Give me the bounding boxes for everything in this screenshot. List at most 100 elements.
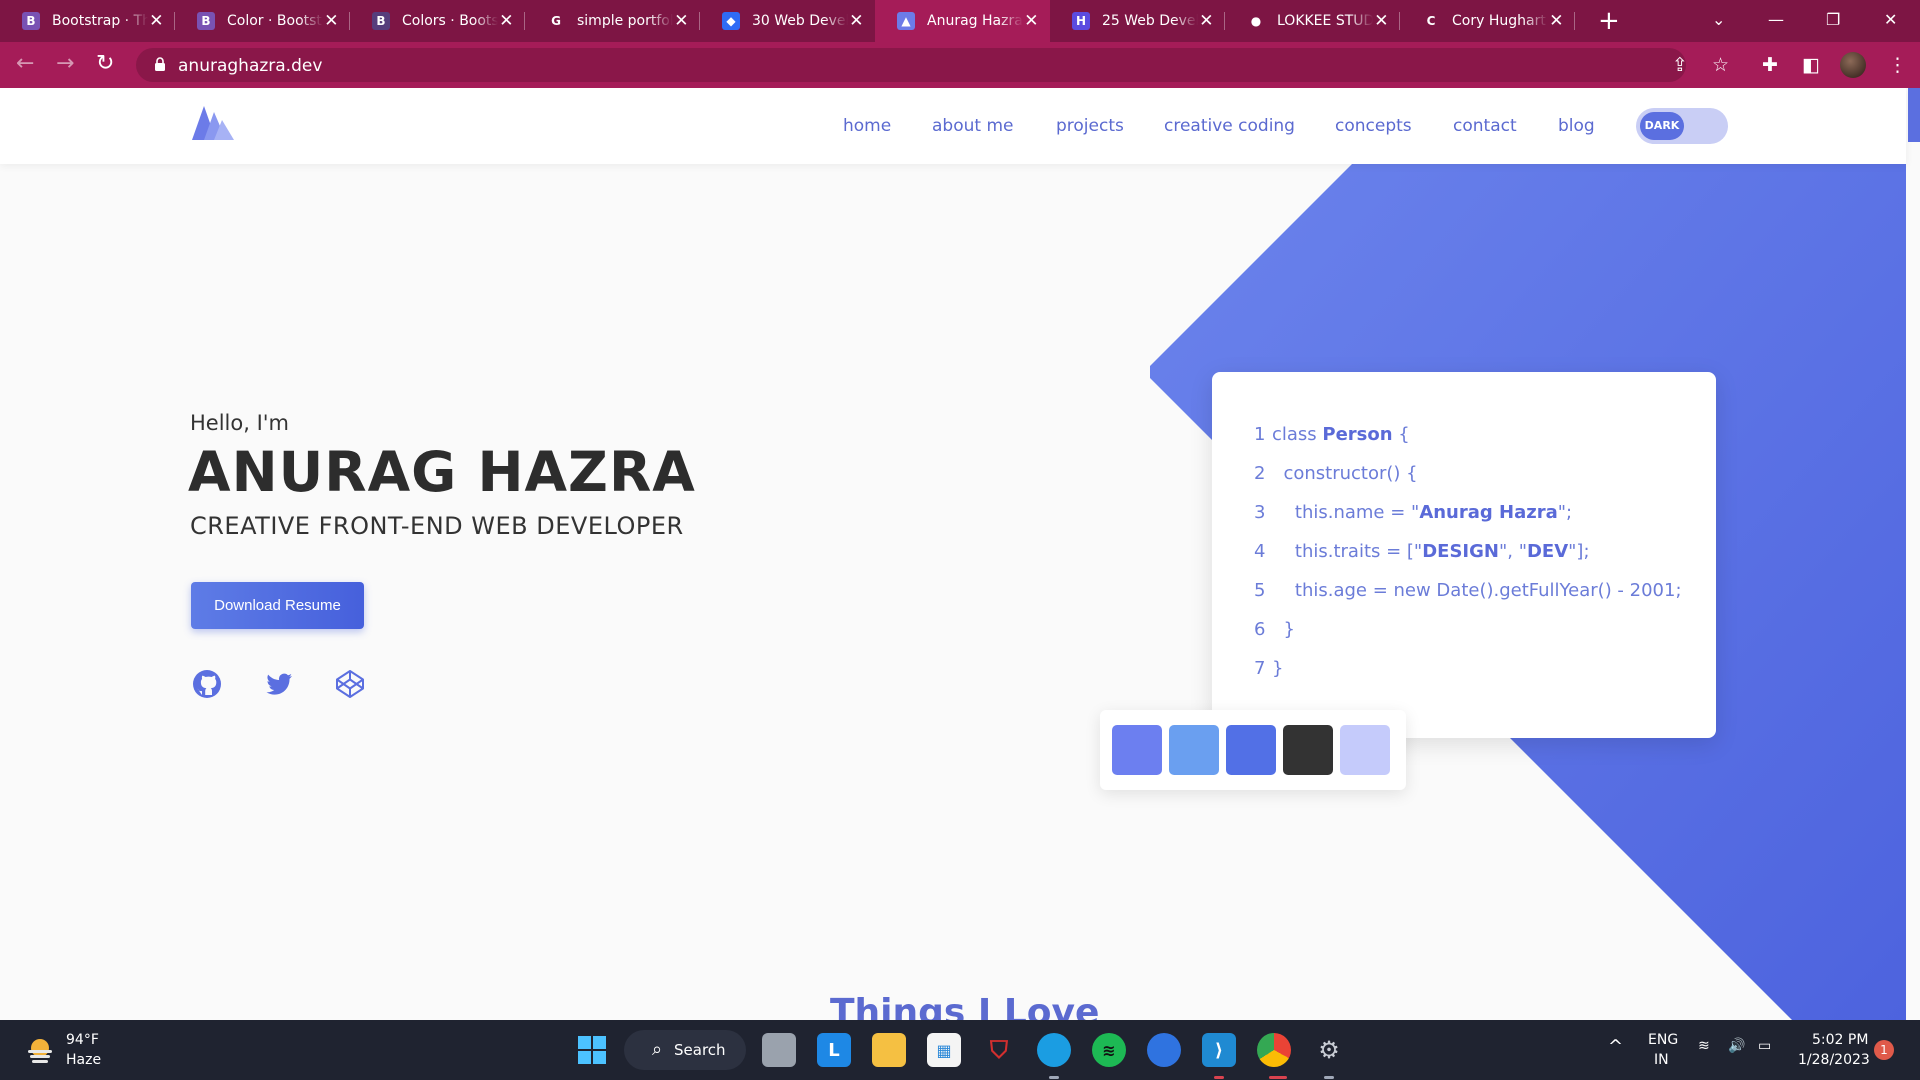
nav-about-me[interactable]: about me <box>932 116 1013 136</box>
browser-tab[interactable]: H 25 Web Develo ✕ <box>1050 0 1225 42</box>
firefox-icon[interactable] <box>1147 1033 1181 1067</box>
url-text: anuraghazra.dev <box>178 56 323 76</box>
browser-tab[interactable]: B Bootstrap · Th ✕ <box>0 0 175 42</box>
hero-greeting: Hello, I'm <box>190 411 290 435</box>
file-explorer-icon[interactable] <box>872 1033 906 1067</box>
close-tab-icon[interactable]: ✕ <box>498 11 515 31</box>
browser-tab[interactable]: B Colors · Bootst ✕ <box>350 0 525 42</box>
dark-mode-label: DARK <box>1640 112 1684 140</box>
color-swatch[interactable] <box>1226 725 1276 775</box>
forward-button[interactable]: → <box>56 50 74 78</box>
lock-icon <box>155 57 165 71</box>
reload-button[interactable]: ↻ <box>96 50 114 78</box>
battery-icon[interactable]: ▭ <box>1758 1038 1771 1054</box>
browser-tab-title: simple portfoli <box>577 13 673 29</box>
browser-tab[interactable]: Gsimple portfoli ✕ <box>525 0 700 42</box>
dark-mode-toggle[interactable]: DARK <box>1636 108 1728 144</box>
minimize-button[interactable]: — <box>1768 6 1784 34</box>
twitter-icon[interactable] <box>263 668 295 700</box>
code-line-number: 2 <box>1254 463 1266 484</box>
haze-weather-icon[interactable] <box>24 1034 56 1066</box>
vscode-icon[interactable]: ⟩ <box>1202 1033 1236 1067</box>
site-logo[interactable] <box>192 104 236 142</box>
chrome-icon[interactable] <box>1257 1033 1291 1067</box>
code-text: } <box>1272 619 1295 640</box>
language-indicator[interactable]: ENG <box>1648 1032 1678 1048</box>
code-line-number: 4 <box>1254 541 1266 562</box>
close-tab-icon[interactable]: ✕ <box>848 11 865 31</box>
code-line-number: 1 <box>1254 424 1266 445</box>
nav-contact[interactable]: contact <box>1453 116 1517 136</box>
share-icon[interactable]: ⇪ <box>1672 54 1688 76</box>
mcafee-icon[interactable]: ⛉ <box>982 1033 1016 1067</box>
color-swatch[interactable] <box>1340 725 1390 775</box>
close-tab-icon[interactable]: ✕ <box>1373 11 1390 31</box>
tab-search-chevron-icon[interactable]: ⌄ <box>1712 6 1725 34</box>
bookmark-star-icon[interactable]: ☆ <box>1712 54 1729 76</box>
color-swatch[interactable] <box>1169 725 1219 775</box>
browser-tab[interactable]: B Color · Bootstr ✕ <box>175 0 350 42</box>
edge-icon[interactable] <box>1037 1033 1071 1067</box>
browser-tab[interactable]: ◆ 30 Web Develo ✕ <box>700 0 875 42</box>
nav-projects[interactable]: projects <box>1056 116 1124 136</box>
microsoft-store-icon[interactable]: ▦ <box>927 1033 961 1067</box>
color-swatch[interactable] <box>1112 725 1162 775</box>
notification-badge[interactable]: 1 <box>1874 1040 1894 1060</box>
nav-home[interactable]: home <box>843 116 891 136</box>
taskbar-search[interactable]: ⌕ Search <box>624 1030 746 1070</box>
task-view-icon[interactable] <box>762 1033 796 1067</box>
code-highlight: DEV <box>1526 541 1569 562</box>
code-snippet-card: 1 class Person {2 constructor() {3 this.n… <box>1212 372 1716 738</box>
tab-separator <box>1574 12 1575 30</box>
close-tab-icon[interactable]: ✕ <box>1548 11 1565 31</box>
show-hidden-icons-chevron-icon[interactable]: ^ <box>1608 1036 1623 1057</box>
color-swatch[interactable] <box>1283 725 1333 775</box>
browser-tab[interactable]: ▲ Anurag Hazra ✕ <box>875 0 1050 42</box>
region-indicator[interactable]: IN <box>1654 1052 1669 1068</box>
settings-icon[interactable]: ⚙ <box>1312 1033 1346 1067</box>
browser-tab-title: Bootstrap · Th <box>52 13 148 29</box>
page-scrollbar-thumb[interactable] <box>1908 88 1920 142</box>
code-text: this.name = " <box>1272 502 1420 523</box>
clock-date[interactable]: 1/28/2023 <box>1798 1052 1870 1068</box>
extensions-puzzle-icon[interactable]: ✚ <box>1762 54 1778 76</box>
l-app-icon[interactable]: L <box>817 1033 851 1067</box>
new-tab-button[interactable]: + <box>1598 5 1620 37</box>
codepen-icon[interactable] <box>334 668 366 700</box>
triangle-logo-icon: ▲ <box>897 12 915 30</box>
windows-start-icon[interactable] <box>575 1033 609 1067</box>
side-panel-icon[interactable]: ◧ <box>1802 54 1820 76</box>
profile-avatar[interactable] <box>1840 52 1866 78</box>
spotify-icon[interactable]: ≋ <box>1092 1033 1126 1067</box>
clock-time[interactable]: 5:02 PM <box>1812 1032 1868 1048</box>
close-tab-icon[interactable]: ✕ <box>1023 11 1040 31</box>
web-page: home about me projects creative coding c… <box>0 88 1920 1020</box>
back-button[interactable]: ← <box>16 50 34 78</box>
browser-tab[interactable]: C Cory Hughart ✕ <box>1400 0 1575 42</box>
code-text: constructor() { <box>1272 463 1418 484</box>
color-palette <box>1100 710 1406 790</box>
code-text: this.traits = [" <box>1272 541 1423 562</box>
browser-tab[interactable]: ● LOKKEE STUDIO✕ <box>1225 0 1400 42</box>
browser-tab-title: 30 Web Develo <box>752 13 848 29</box>
close-tab-icon[interactable]: ✕ <box>148 11 165 31</box>
address-bar[interactable]: anuraghazra.dev <box>136 48 1686 82</box>
things-i-love-heading: Things I Love <box>830 992 1100 1020</box>
volume-icon[interactable]: 🔊 <box>1728 1038 1745 1054</box>
edge-running-indicator <box>1049 1076 1059 1079</box>
nav-concepts[interactable]: concepts <box>1335 116 1412 136</box>
menu-kebab-icon[interactable]: ⋮ <box>1888 54 1907 76</box>
code-text: { <box>1392 424 1410 445</box>
code-line-number: 5 <box>1254 580 1266 601</box>
nav-creative-coding[interactable]: creative coding <box>1164 116 1295 136</box>
close-window-button[interactable]: ✕ <box>1884 6 1897 34</box>
close-tab-icon[interactable]: ✕ <box>673 11 690 31</box>
code-text: } <box>1272 658 1284 679</box>
nav-blog[interactable]: blog <box>1558 116 1595 136</box>
close-tab-icon[interactable]: ✕ <box>1198 11 1215 31</box>
restore-button[interactable]: ❐ <box>1826 6 1840 34</box>
wifi-icon[interactable]: ≋ <box>1698 1038 1710 1054</box>
close-tab-icon[interactable]: ✕ <box>323 11 340 31</box>
download-resume-button[interactable]: Download Resume <box>191 582 364 629</box>
github-icon[interactable] <box>191 668 223 700</box>
